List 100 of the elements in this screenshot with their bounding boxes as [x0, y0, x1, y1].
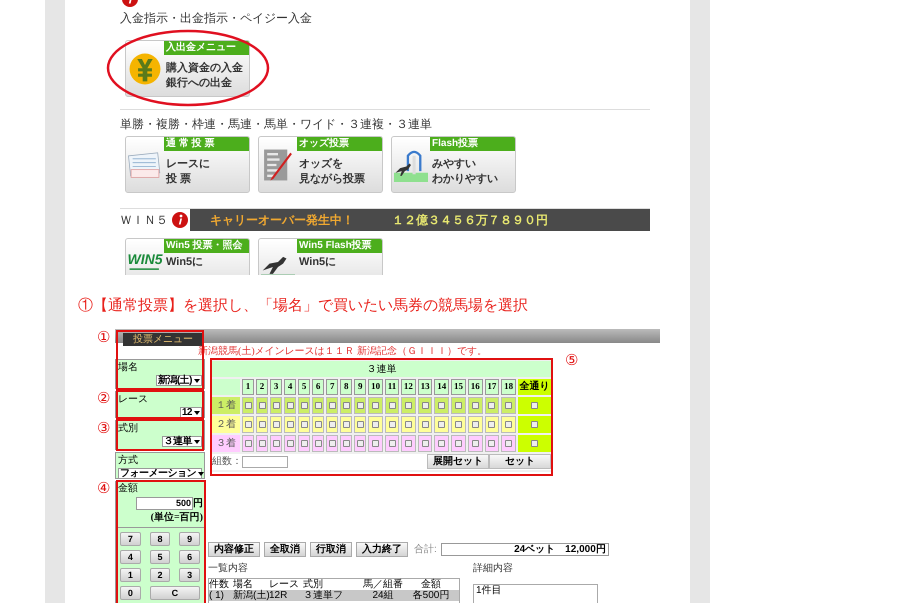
- select-field[interactable]: フォーメーション: [118, 468, 202, 479]
- checkbox[interactable]: [314, 402, 322, 409]
- checkbox[interactable]: [258, 402, 266, 409]
- checkbox[interactable]: [328, 402, 336, 409]
- checkbox[interactable]: [438, 402, 446, 409]
- checkbox[interactable]: [505, 440, 512, 447]
- checkbox[interactable]: [286, 420, 294, 428]
- menu-banner[interactable]: WIN5 Win5 投票・照会 Win5に: [125, 238, 250, 275]
- column-header: 2: [256, 379, 268, 394]
- checkbox[interactable]: [422, 402, 429, 409]
- checkbox[interactable]: [272, 402, 280, 409]
- keypad-button[interactable]: 9: [179, 532, 200, 546]
- column-header: 1: [242, 379, 254, 394]
- total-label: 合計:: [414, 542, 437, 556]
- checkbox[interactable]: [342, 420, 350, 428]
- action-button[interactable]: 入力終了: [356, 542, 408, 556]
- checkbox[interactable]: [438, 440, 446, 447]
- checkbox[interactable]: [422, 420, 429, 428]
- unit-label: 円: [193, 498, 203, 510]
- action-button[interactable]: 内容修正: [208, 542, 260, 556]
- checkbox[interactable]: [472, 440, 479, 447]
- menu-banner[interactable]: オッズ投票 オッズを 見ながら投票: [258, 136, 383, 193]
- carryover-amount: １２億３４５６万７８９０円: [392, 212, 548, 229]
- checkbox[interactable]: [422, 440, 429, 447]
- checkbox[interactable]: [372, 420, 380, 428]
- checkbox[interactable]: [314, 440, 322, 447]
- checkbox[interactable]: [286, 402, 294, 409]
- checkbox[interactable]: [272, 440, 280, 447]
- horse-gate-icon: [394, 148, 428, 182]
- action-button[interactable]: 全取消: [264, 542, 306, 556]
- amount-input[interactable]: 500: [136, 497, 193, 510]
- checkbox[interactable]: [342, 440, 350, 447]
- keypad-button[interactable]: 4: [120, 550, 141, 564]
- checkbox[interactable]: [438, 420, 446, 428]
- checkbox[interactable]: [328, 440, 336, 447]
- keypad-button[interactable]: 6: [179, 550, 200, 564]
- select-field[interactable]: 12: [180, 407, 202, 418]
- grid-button[interactable]: セット: [489, 454, 551, 469]
- grid-button[interactable]: 展開セット: [427, 454, 489, 469]
- checkbox[interactable]: [286, 440, 294, 447]
- checkbox[interactable]: [372, 440, 380, 447]
- keypad-button[interactable]: 8: [150, 532, 170, 546]
- checkbox[interactable]: [372, 402, 380, 409]
- list-header: 金額: [420, 578, 442, 590]
- checkbox[interactable]: [314, 420, 322, 428]
- select-field[interactable]: ３連単: [162, 436, 202, 447]
- checkbox[interactable]: [488, 402, 496, 409]
- checkbox[interactable]: [258, 420, 266, 428]
- keypad-button[interactable]: 0: [120, 586, 141, 600]
- banner-text: わかりやすい: [432, 172, 499, 186]
- keypad-button[interactable]: 3: [179, 568, 200, 582]
- checkbox[interactable]: [300, 420, 308, 428]
- select-field[interactable]: 新潟(土): [156, 375, 202, 386]
- menu-banner[interactable]: Win5 Flash投票 Win5に: [258, 238, 383, 275]
- checkbox[interactable]: [272, 420, 280, 428]
- checkbox[interactable]: [531, 402, 538, 409]
- menu-tab[interactable]: 投票メニュー: [123, 333, 203, 346]
- checkbox[interactable]: [404, 402, 412, 409]
- checkbox[interactable]: [388, 420, 396, 428]
- banner-text: みやすい: [432, 156, 477, 172]
- checkbox[interactable]: [356, 440, 364, 447]
- checkbox[interactable]: [342, 402, 350, 409]
- keypad-button[interactable]: 7: [120, 532, 141, 546]
- checkbox[interactable]: [454, 420, 462, 428]
- checkbox[interactable]: [531, 420, 538, 428]
- checkbox[interactable]: [388, 440, 396, 447]
- keypad-button[interactable]: 2: [150, 568, 170, 582]
- menu-banner[interactable]: 通 常 投 票 レースに 投 票: [125, 136, 250, 193]
- checkbox[interactable]: [454, 402, 462, 409]
- keypad-button[interactable]: 5: [150, 550, 170, 564]
- checkbox[interactable]: [356, 402, 364, 409]
- count-input[interactable]: [242, 456, 288, 468]
- checkbox[interactable]: [531, 440, 538, 447]
- banner-label: Flash投票: [430, 137, 515, 151]
- checkbox[interactable]: [244, 420, 252, 428]
- checkbox[interactable]: [454, 440, 462, 447]
- action-button[interactable]: 行取消: [310, 542, 352, 556]
- section-heading: 単勝・複勝・枠連・馬連・馬単・ワイド・３連複・３連単: [120, 116, 433, 132]
- checkbox[interactable]: [404, 420, 412, 428]
- checkbox[interactable]: [505, 420, 512, 428]
- checkbox[interactable]: [404, 440, 412, 447]
- keypad-button[interactable]: 1: [120, 568, 141, 582]
- checkbox[interactable]: [472, 420, 479, 428]
- checkbox[interactable]: [300, 402, 308, 409]
- checkbox[interactable]: [328, 420, 336, 428]
- checkbox[interactable]: [300, 440, 308, 447]
- menu-banner[interactable]: 入出金メニュー 購入資金の入金 銀行への出金: [125, 40, 250, 97]
- checkbox[interactable]: [244, 402, 252, 409]
- column-header: 13: [418, 379, 432, 394]
- checkbox[interactable]: [388, 402, 396, 409]
- list-row[interactable]: ( 1) 新潟(土)12R ３連単フ 24組 各500円: [209, 590, 459, 600]
- checkbox[interactable]: [472, 402, 479, 409]
- checkbox[interactable]: [258, 440, 266, 447]
- menu-banner[interactable]: Flash投票 みやすい わかりやすい: [391, 136, 516, 193]
- checkbox[interactable]: [505, 402, 512, 409]
- checkbox[interactable]: [488, 420, 496, 428]
- checkbox[interactable]: [244, 440, 252, 447]
- keypad-button[interactable]: C: [150, 586, 200, 600]
- checkbox[interactable]: [488, 440, 496, 447]
- checkbox[interactable]: [356, 420, 364, 428]
